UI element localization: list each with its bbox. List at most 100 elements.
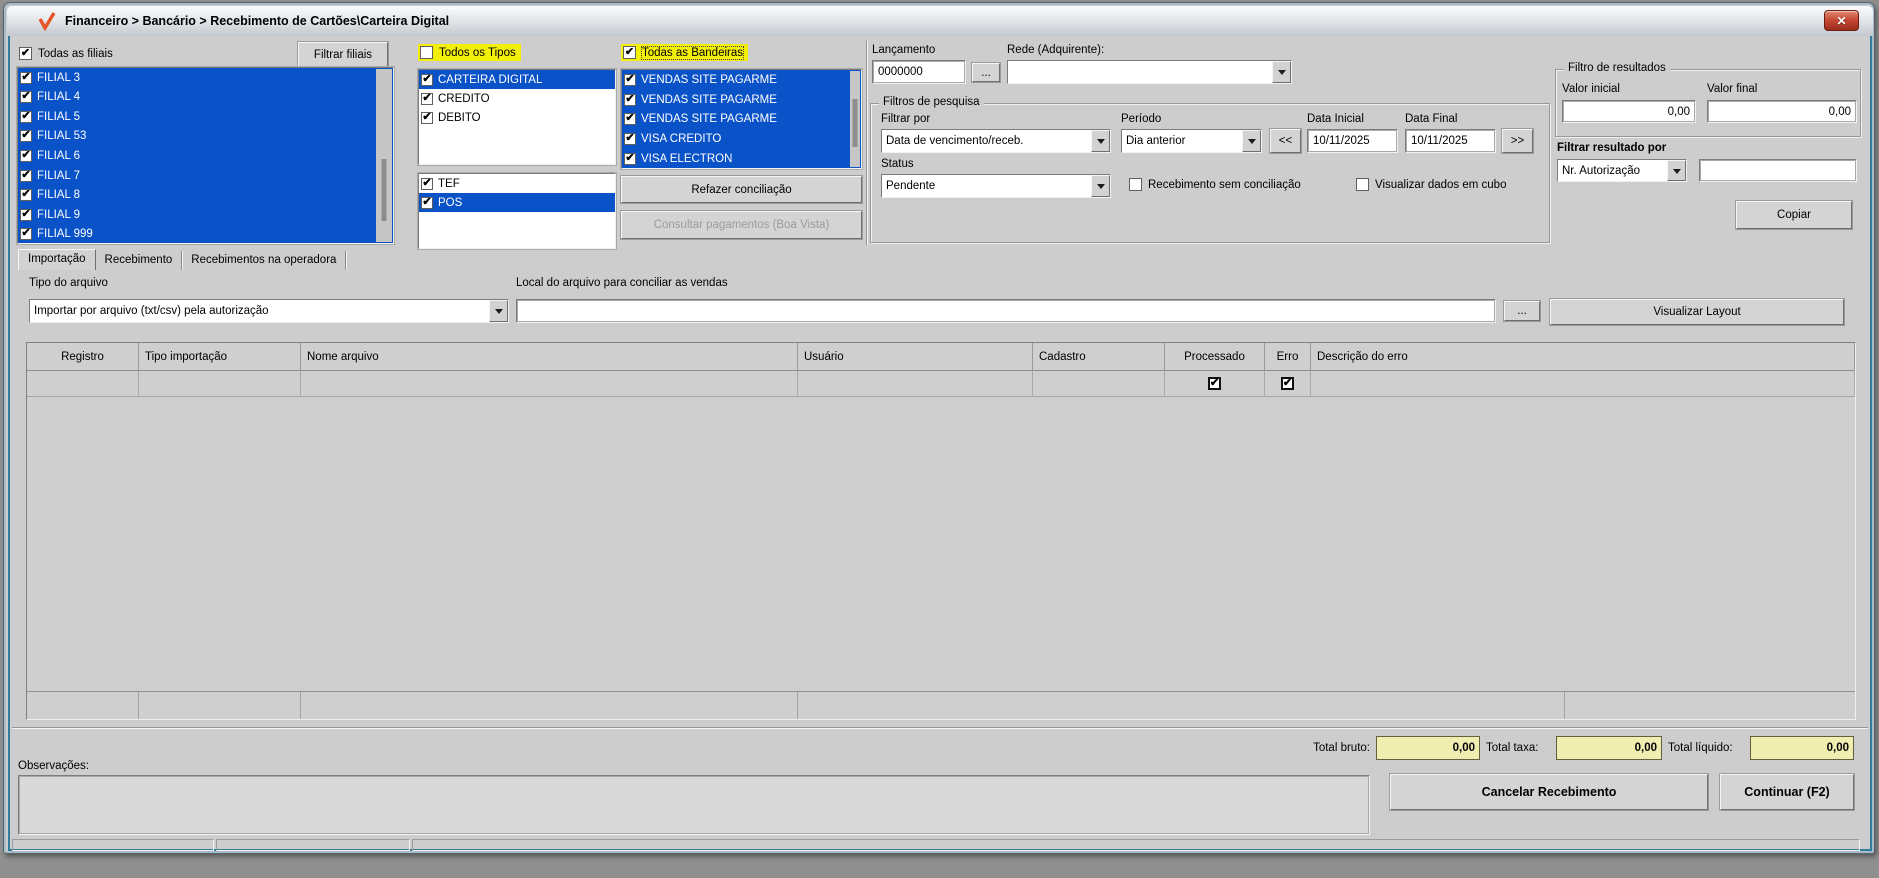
chevron-down-icon[interactable] xyxy=(1242,130,1261,152)
chevron-down-icon[interactable] xyxy=(1272,61,1291,83)
processado-checkbox-icon[interactable] xyxy=(1208,377,1221,390)
data-inicial-input[interactable]: 10/11/2025 xyxy=(1307,129,1398,153)
column-header[interactable]: Usuário xyxy=(798,343,1033,370)
tipos-list[interactable]: CARTEIRA DIGITAL CREDITO DEBITO xyxy=(418,69,616,165)
all-filiais-checkbox[interactable]: Todas as filiais xyxy=(19,47,113,60)
checkbox-icon[interactable] xyxy=(20,91,32,104)
scrollbar-thumb[interactable] xyxy=(852,99,858,147)
checkbox-icon[interactable] xyxy=(1356,178,1369,191)
import-table[interactable]: Registro Tipo importação Nome arquivo Us… xyxy=(26,342,1856,720)
periodo-combobox[interactable]: Dia anterior xyxy=(1121,129,1262,153)
sem-conciliacao-checkbox[interactable]: Recebimento sem conciliação xyxy=(1129,178,1301,191)
filiais-list[interactable]: FILIAL 3 FILIAL 4 FILIAL 5 FILIAL 53 FILIAL … xyxy=(17,67,394,244)
copiar-button[interactable]: Copiar xyxy=(1736,201,1852,229)
checkbox-icon[interactable] xyxy=(19,47,32,60)
checkbox-icon[interactable] xyxy=(624,133,636,146)
bandeiras-list[interactable]: VENDAS SITE PAGARME VENDAS SITE PAGARME VE… xyxy=(621,69,862,169)
filial-row[interactable]: FILIAL 999 xyxy=(18,224,393,243)
checkbox-icon[interactable] xyxy=(20,169,32,182)
checkbox-icon[interactable] xyxy=(420,46,433,59)
filial-row[interactable]: FILIAL 9 xyxy=(18,204,393,225)
tipo-row[interactable]: CARTEIRA DIGITAL xyxy=(419,70,615,89)
chevron-down-icon[interactable] xyxy=(489,300,508,322)
table-row[interactable] xyxy=(27,371,1855,397)
observacoes-input[interactable] xyxy=(18,775,1370,835)
checkbox-icon[interactable] xyxy=(624,93,636,106)
checkbox-icon[interactable] xyxy=(20,71,32,84)
filial-row[interactable]: FILIAL 6 xyxy=(18,146,393,166)
filtrar-resultado-combobox[interactable]: Nr. Autorização xyxy=(1557,159,1687,182)
checkbox-icon[interactable] xyxy=(421,196,433,209)
valor-final-input[interactable]: 0,00 xyxy=(1707,100,1857,123)
filtrar-resultado-input[interactable] xyxy=(1699,159,1857,182)
column-header[interactable]: Descrição do erro xyxy=(1311,343,1855,370)
checkbox-icon[interactable] xyxy=(20,208,32,221)
refazer-conciliacao-button[interactable]: Refazer conciliação xyxy=(621,176,862,203)
checkbox-icon[interactable] xyxy=(20,130,32,143)
bandeira-row[interactable]: VENDAS SITE PAGARME xyxy=(622,89,861,110)
bandeira-row[interactable]: VISA ELECTRON xyxy=(622,149,861,168)
column-header[interactable]: Tipo importação xyxy=(139,343,301,370)
local-browse-button[interactable]: ... xyxy=(1504,301,1540,321)
lancamento-input[interactable]: 0000000 xyxy=(872,60,966,84)
checkbox-icon[interactable] xyxy=(623,46,636,59)
checkbox-icon[interactable] xyxy=(421,177,433,190)
filial-row[interactable]: FILIAL 53 xyxy=(18,126,393,147)
tipo-row[interactable]: CREDITO xyxy=(419,89,615,108)
column-header[interactable]: Nome arquivo xyxy=(301,343,798,370)
checkbox-icon[interactable] xyxy=(20,189,32,202)
tipo-row[interactable]: DEBITO xyxy=(419,108,615,127)
todas-bandeiras-checkbox[interactable]: Todas as Bandeiras xyxy=(621,44,749,61)
column-header[interactable]: Processado xyxy=(1165,343,1265,370)
checkbox-icon[interactable] xyxy=(421,111,433,124)
filial-row[interactable]: FILIAL 4 xyxy=(18,87,393,108)
cancelar-recebimento-button[interactable]: Cancelar Recebimento xyxy=(1390,774,1708,810)
dados-cubo-checkbox[interactable]: Visualizar dados em cubo xyxy=(1356,178,1506,191)
checkbox-icon[interactable] xyxy=(20,110,32,123)
column-header[interactable]: Registro xyxy=(27,343,139,370)
scrollbar-thumb[interactable] xyxy=(381,159,387,221)
modos-list[interactable]: TEF POS xyxy=(418,173,616,249)
checkbox-icon[interactable] xyxy=(624,73,636,86)
local-arquivo-input[interactable] xyxy=(516,299,1496,323)
close-button[interactable]: ✕ xyxy=(1824,10,1859,31)
tab-recebimentos-operadora[interactable]: Recebimentos na operadora xyxy=(182,251,347,270)
checkbox-icon[interactable] xyxy=(20,228,32,241)
modo-row[interactable]: TEF xyxy=(419,174,615,193)
filial-row[interactable]: FILIAL 3 xyxy=(18,68,393,88)
modo-row[interactable]: POS xyxy=(419,193,615,212)
bandeira-row[interactable]: VENDAS SITE PAGARME xyxy=(622,70,861,90)
column-header[interactable]: Erro xyxy=(1265,343,1311,370)
next-period-button[interactable]: >> xyxy=(1502,129,1533,153)
checkbox-icon[interactable] xyxy=(624,153,636,166)
filial-row[interactable]: FILIAL 5 xyxy=(18,107,393,127)
continuar-button[interactable]: Continuar (F2) xyxy=(1720,774,1854,810)
filial-row[interactable]: FILIAL 7 xyxy=(18,165,393,186)
valor-inicial-input[interactable]: 0,00 xyxy=(1562,100,1696,123)
lancamento-browse-button[interactable]: ... xyxy=(972,63,1000,82)
tab-recebimento[interactable]: Recebimento xyxy=(96,251,183,270)
todos-tipos-checkbox[interactable]: Todos os Tipos xyxy=(418,44,521,61)
chevron-down-icon[interactable] xyxy=(1091,130,1110,152)
titlebar[interactable]: Financeiro > Bancário > Recebimento de C… xyxy=(7,6,1873,36)
visualizar-layout-button[interactable]: Visualizar Layout xyxy=(1550,299,1844,325)
column-header[interactable]: Cadastro xyxy=(1033,343,1165,370)
rede-combobox[interactable] xyxy=(1007,60,1292,84)
checkbox-icon[interactable] xyxy=(624,113,636,126)
filtrar-por-combobox[interactable]: Data de vencimento/receb. xyxy=(881,129,1111,153)
vertical-scrollbar[interactable] xyxy=(376,69,392,242)
checkbox-icon[interactable] xyxy=(20,149,32,162)
tab-importacao[interactable]: Importação xyxy=(18,249,96,270)
bandeira-row[interactable]: VISA CREDITO xyxy=(622,129,861,150)
checkbox-icon[interactable] xyxy=(421,92,433,105)
checkbox-icon[interactable] xyxy=(421,73,433,86)
tipo-arquivo-combobox[interactable]: Importar por arquivo (txt/csv) pela auto… xyxy=(29,299,509,323)
vertical-scrollbar[interactable] xyxy=(850,71,860,167)
filial-row[interactable]: FILIAL 8 xyxy=(18,185,393,205)
chevron-down-icon[interactable] xyxy=(1091,175,1110,197)
previous-period-button[interactable]: << xyxy=(1270,129,1301,153)
chevron-down-icon[interactable] xyxy=(1667,160,1686,181)
bandeira-row[interactable]: VENDAS SITE PAGARME xyxy=(622,109,861,130)
data-final-input[interactable]: 10/11/2025 xyxy=(1405,129,1496,153)
erro-checkbox-icon[interactable] xyxy=(1281,377,1294,390)
